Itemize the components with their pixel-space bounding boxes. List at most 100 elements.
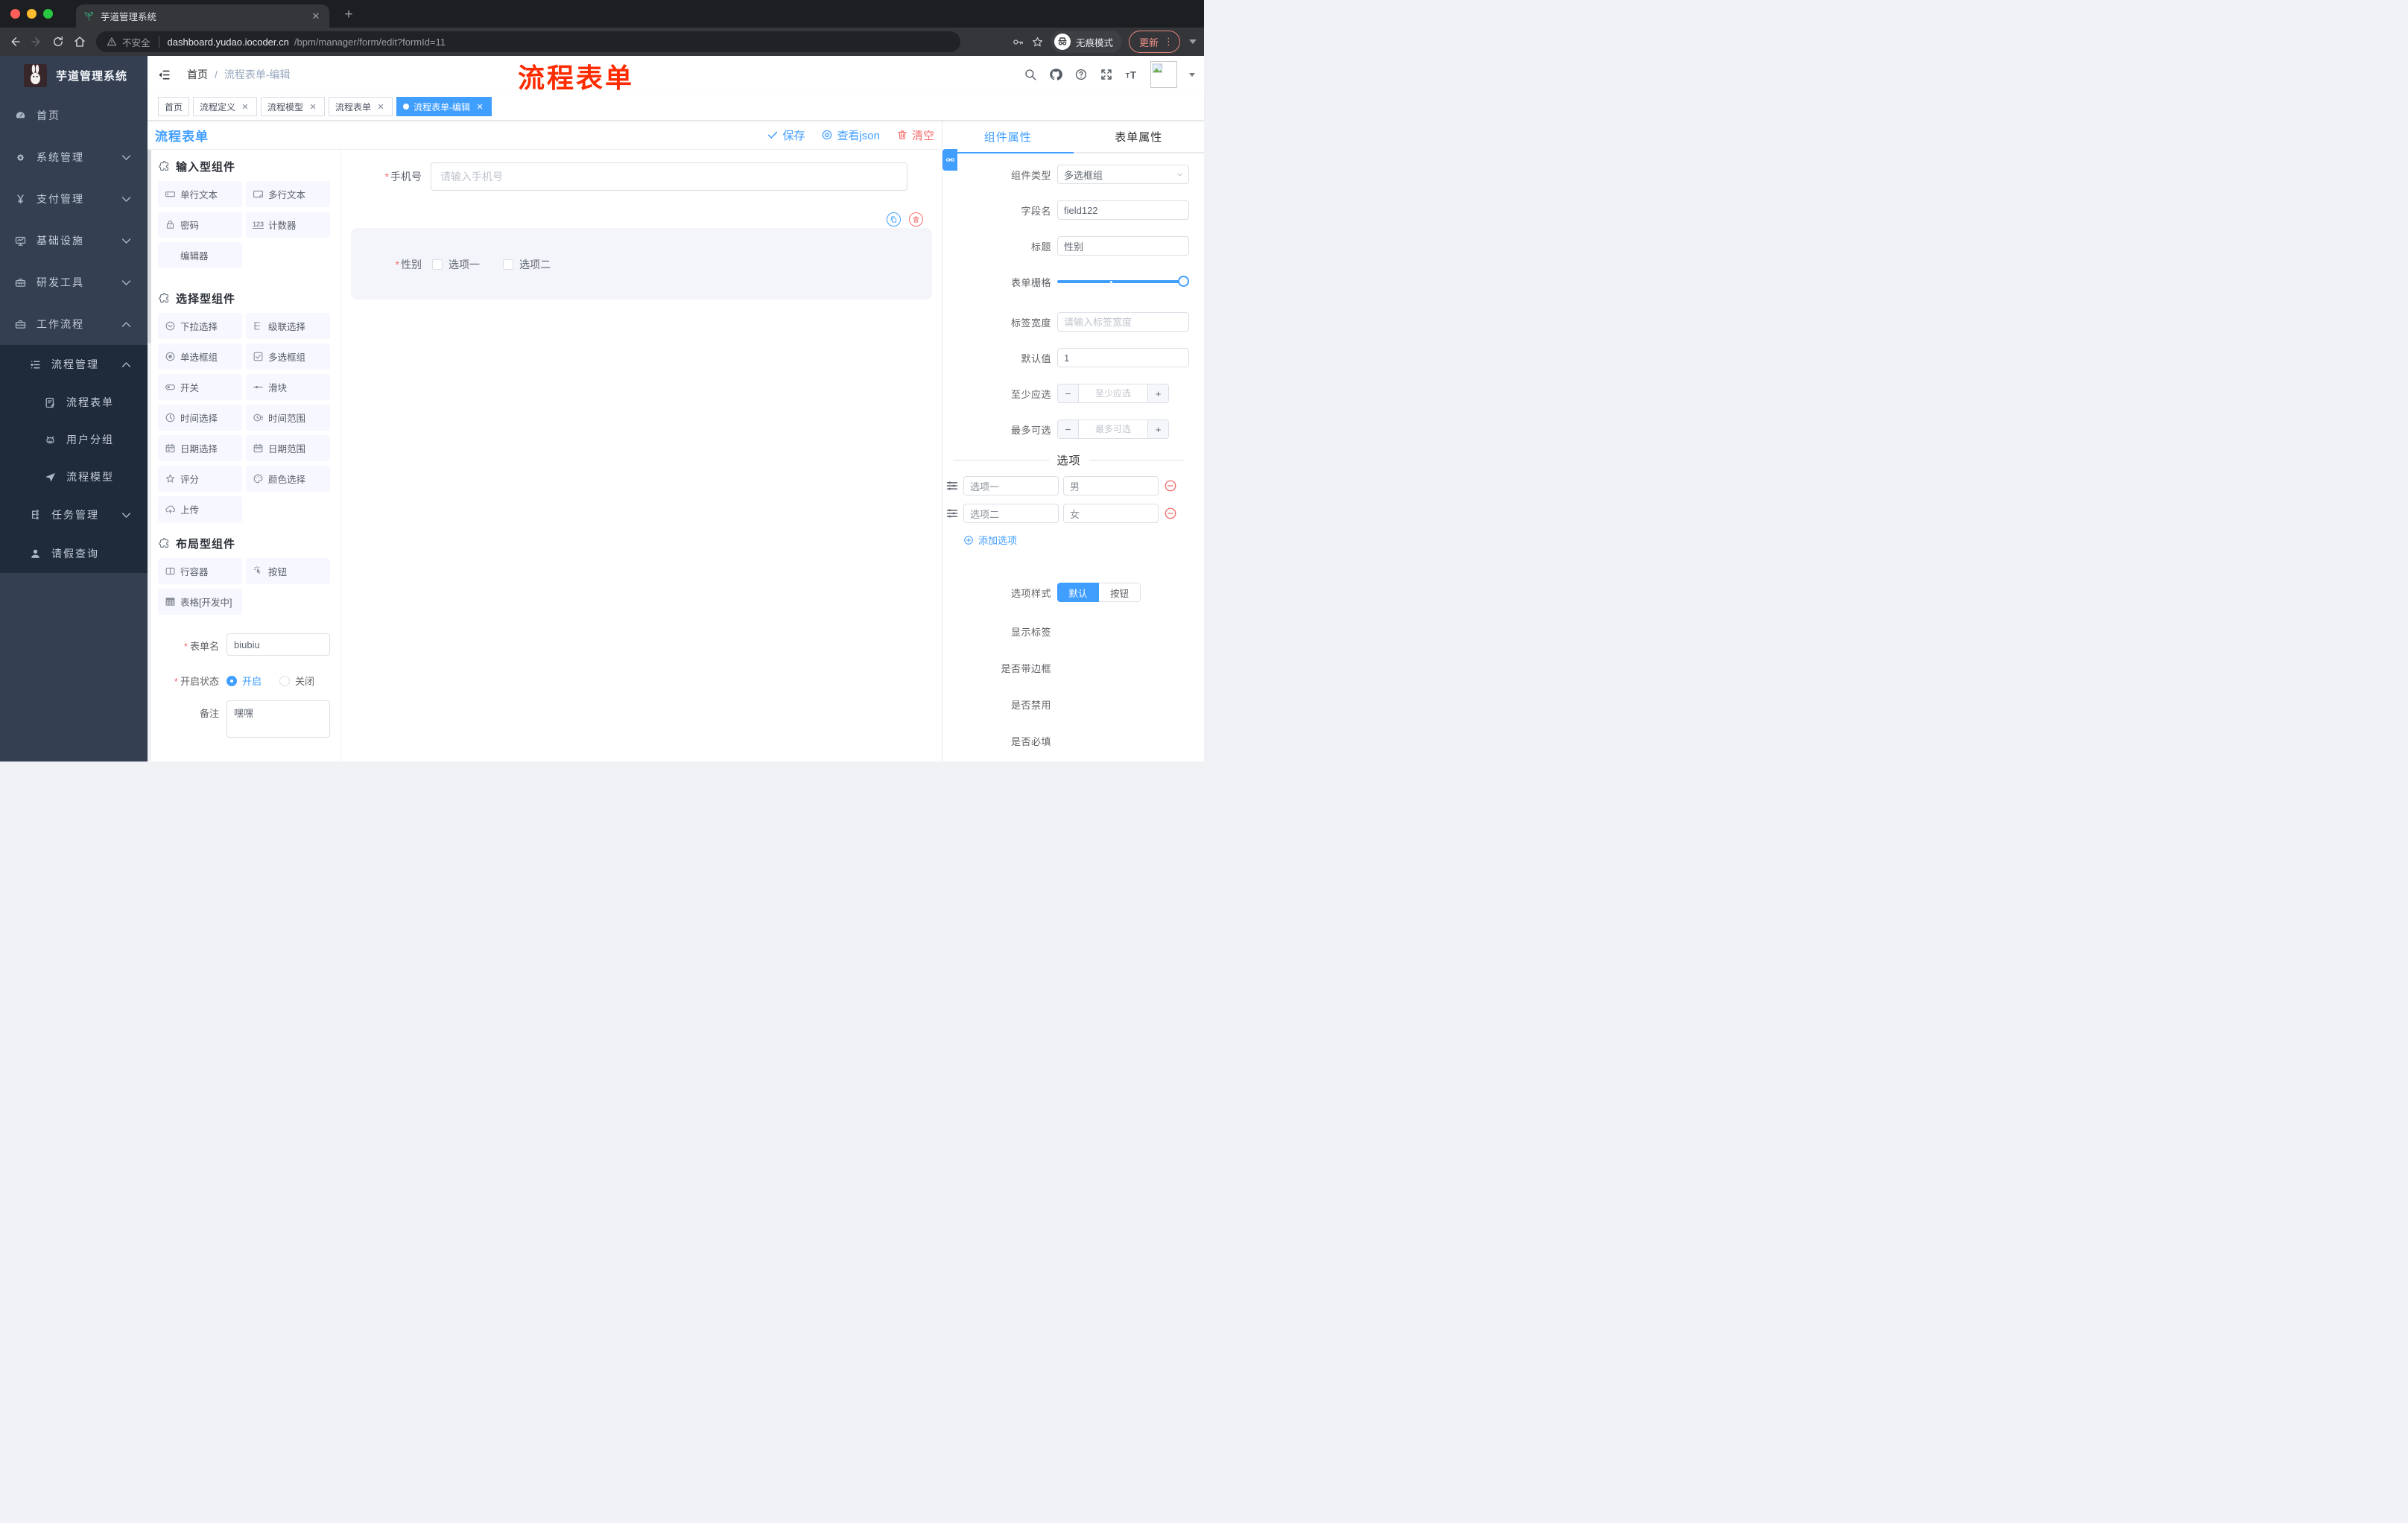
component-颜色选择[interactable]: 颜色选择 (246, 466, 330, 492)
component-下拉选择[interactable]: 下拉选择 (158, 313, 242, 339)
scrollbar[interactable] (148, 150, 151, 762)
sidebar-item-系统管理[interactable]: 系统管理 (0, 136, 148, 178)
zoom-window-button[interactable] (43, 9, 53, 19)
component-上传[interactable]: 上传 (158, 496, 242, 522)
title-input[interactable] (1057, 236, 1189, 256)
sidebar-item-首页[interactable]: 首页 (0, 95, 148, 136)
component-时间范围[interactable]: 时间范围 (246, 405, 330, 431)
sidebar-item-任务管理[interactable]: 任务管理 (0, 495, 148, 534)
phone-field-input[interactable] (431, 162, 907, 191)
sidebar-item-基础设施[interactable]: 基础设施 (0, 220, 148, 262)
component-时间选择[interactable]: 时间选择 (158, 405, 242, 431)
sidebar-item-流程管理[interactable]: 流程管理 (0, 345, 148, 384)
component-type-select[interactable] (1057, 165, 1189, 184)
fullscreen-icon[interactable] (1100, 68, 1113, 81)
copy-component-button[interactable] (887, 212, 901, 227)
close-icon[interactable]: ✕ (240, 102, 250, 112)
chevron-down-icon[interactable] (1189, 72, 1195, 77)
selected-component-block[interactable]: * 性别 选项一 选项二 (351, 212, 932, 300)
remove-option-icon[interactable] (1164, 479, 1177, 493)
field-name-input[interactable] (1057, 200, 1189, 220)
minimize-window-button[interactable] (27, 9, 37, 19)
tab-form-props[interactable]: 表单属性 (1074, 121, 1205, 152)
status-on-radio[interactable]: 开启 (226, 674, 262, 688)
min-select-input[interactable] (1078, 384, 1148, 402)
sidebar-item-研发工具[interactable]: 研发工具 (0, 262, 148, 303)
help-icon[interactable] (1074, 68, 1088, 81)
bookmark-star-icon[interactable] (1031, 36, 1044, 48)
new-tab-button[interactable]: + (340, 7, 358, 25)
component-type-value[interactable] (1057, 165, 1189, 184)
close-window-button[interactable] (10, 9, 20, 19)
gender-option-checkbox-选项一[interactable]: 选项一 (432, 257, 480, 272)
component-级联选择[interactable]: 级联选择 (246, 313, 330, 339)
sidebar-item-用户分组[interactable]: 用户分组 (0, 421, 148, 458)
search-icon[interactable] (1024, 68, 1037, 81)
close-icon[interactable]: ✕ (376, 102, 386, 112)
option-value-input[interactable] (1063, 504, 1159, 523)
tag-流程表单-编辑[interactable]: 流程表单-编辑 ✕ (396, 97, 492, 116)
sidebar-item-支付管理[interactable]: 支付管理 (0, 178, 148, 220)
tag-流程表单[interactable]: 流程表单 ✕ (329, 97, 393, 116)
clear-button[interactable]: 清空 (896, 127, 934, 143)
home-icon[interactable] (73, 35, 86, 48)
save-button[interactable]: 保存 (767, 127, 805, 143)
drag-handle-icon[interactable] (945, 507, 959, 520)
increment-button[interactable]: + (1148, 384, 1168, 402)
close-icon[interactable]: ✕ (308, 102, 318, 112)
browser-update-button[interactable]: 更新 ⋮ (1128, 31, 1180, 53)
back-icon[interactable] (8, 35, 22, 48)
max-select-input[interactable] (1078, 420, 1148, 438)
app-logo[interactable]: 芋道管理系统 (0, 56, 148, 95)
component-表格[开发中][interactable]: 表格[开发中] (158, 589, 242, 615)
default-value-input[interactable] (1057, 348, 1189, 367)
forward-icon[interactable] (30, 35, 43, 48)
component-编辑器[interactable]: 编辑器 (158, 242, 242, 268)
sidebar-item-流程模型[interactable]: 流程模型 (0, 458, 148, 495)
browser-tab[interactable]: 芋道管理系统 ✕ (76, 4, 329, 28)
address-bar[interactable]: 不安全 dashboard.yudao.iocoder.cn/bpm/manag… (96, 31, 960, 52)
browser-menu-icon[interactable]: ⋮ (1164, 37, 1173, 46)
checkbox[interactable] (432, 259, 443, 270)
label-width-input[interactable] (1057, 312, 1189, 332)
component-计数器[interactable]: 123 计数器 (246, 212, 330, 238)
password-key-icon[interactable] (1012, 36, 1024, 48)
min-select-stepper[interactable]: − + (1057, 384, 1169, 403)
component-单选框组[interactable]: 单选框组 (158, 343, 242, 370)
component-密码[interactable]: 密码 (158, 212, 242, 238)
option-value-input[interactable] (1063, 476, 1159, 495)
chevron-down-icon[interactable] (1189, 39, 1197, 44)
increment-button[interactable]: + (1148, 420, 1168, 438)
component-日期选择[interactable]: 日期选择 (158, 435, 242, 461)
component-多行文本[interactable]: 多行文本 (246, 181, 330, 207)
component-多选框组[interactable]: 多选框组 (246, 343, 330, 370)
decrement-button[interactable]: − (1058, 420, 1078, 438)
component-滑块[interactable]: 滑块 (246, 374, 330, 400)
sidebar-item-请假查询[interactable]: 请假查询 (0, 534, 148, 573)
tag-流程模型[interactable]: 流程模型 ✕ (261, 97, 326, 116)
slider-thumb[interactable] (1178, 276, 1189, 287)
drag-handle-icon[interactable] (945, 479, 959, 493)
form-name-input[interactable] (226, 633, 330, 656)
form-canvas[interactable]: *手机号 *性别 选项一 选项二 (341, 150, 942, 762)
component-行容器[interactable]: 行容器 (158, 558, 242, 584)
gender-option-checkbox-选项二[interactable]: 选项二 (503, 257, 551, 272)
avatar[interactable] (1150, 61, 1177, 88)
font-size-icon[interactable]: TT (1125, 68, 1138, 81)
collapse-sidebar-icon[interactable] (157, 68, 171, 82)
close-icon[interactable]: ✕ (475, 102, 485, 112)
breadcrumb-home[interactable]: 首页 (187, 67, 208, 82)
sidebar-item-工作流程[interactable]: 工作流程 (0, 303, 148, 345)
component-单行文本[interactable]: 单行文本 (158, 181, 242, 207)
style-choice-按钮[interactable]: 按钮 (1099, 583, 1141, 602)
option-label-input[interactable] (963, 504, 1059, 523)
phone-field-row[interactable]: * 手机号 (341, 162, 942, 191)
tag-流程定义[interactable]: 流程定义 ✕ (193, 97, 258, 116)
grid-slider[interactable] (1057, 272, 1189, 291)
component-评分[interactable]: 评分 (158, 466, 242, 492)
tab-close-icon[interactable]: ✕ (310, 10, 322, 22)
tag-首页[interactable]: 首页 (158, 97, 190, 116)
component-日期范围[interactable]: 日期范围 (246, 435, 330, 461)
view-json-button[interactable]: 查看json (821, 127, 880, 143)
component-开关[interactable]: 开关 (158, 374, 242, 400)
